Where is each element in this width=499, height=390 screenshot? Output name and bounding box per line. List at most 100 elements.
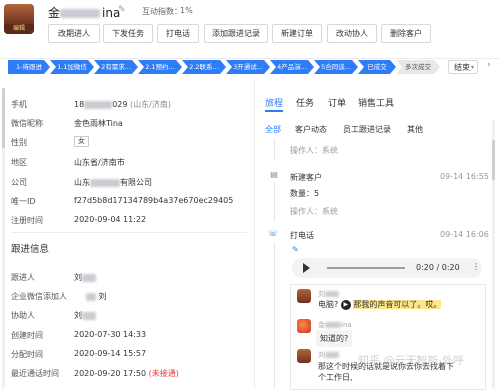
chat-speaker-name-text: 刘 [318,351,325,359]
chat-text-plain: 电脑? [318,300,339,309]
play-icon[interactable] [303,263,310,273]
subtab-staff-followup[interactable]: 员工跟进记录 [343,124,391,135]
field-label: 企业微信添加人 [11,292,67,301]
event-title: 打电话 [290,231,314,240]
field-label: 公司 [11,178,27,187]
call-button[interactable]: 打电话 [157,24,199,43]
masked-text [90,178,120,187]
avatar [297,289,311,303]
timeline-line [274,242,275,388]
stage-item[interactable]: 2.2联系... [182,60,226,74]
edit-icon[interactable]: ✎ [292,245,299,254]
tab-tasks[interactable]: 任务 [296,96,314,109]
gender-tag: 女 [74,136,89,147]
last-call-time: 2020-09-20 17:50 [74,369,147,378]
delete-customer-button[interactable]: 删除客户 [381,24,431,43]
timeline-line [274,182,275,222]
audio-progress-track[interactable] [327,267,405,269]
field-label: 协助人 [11,311,35,320]
event-detail: 数量：5 [290,189,320,198]
section-divider [11,232,247,233]
chat-speaker-name-suffix: ina [341,321,352,329]
event-operator: 操作人：系统 [290,146,338,155]
call-status-badge: (未接通) [148,369,179,378]
field-label: 注册时间 [11,216,43,225]
field-label: 跟进人 [11,273,35,282]
chevron-right-icon[interactable]: › [487,60,491,70]
subtab-all[interactable]: 全部 [265,124,281,135]
field-label: 手机 [11,100,27,109]
register-time-value: 2020-09-04 11:22 [74,215,147,224]
masked-text [84,100,113,109]
stage-item[interactable]: 1.1加微信 [50,60,94,74]
avatar [297,349,311,363]
company-suffix: 有限公司 [120,178,152,187]
company-value: 山东 有限公司 [74,177,152,188]
left-scrollbar-thumb[interactable] [2,88,5,148]
new-order-button[interactable]: 新建订单 [272,24,322,43]
assign-task-button[interactable]: 下发任务 [103,24,153,43]
wechat-nickname: 金色雨林Tina [74,119,123,128]
event-time: 09-14 16:06 [440,230,489,239]
right-scrollbar-thumb[interactable] [492,140,495,180]
chat-speaker-name: 刘 [318,350,339,360]
interaction-value: 1% [180,6,193,15]
region-value: 山东省/济南市 [74,158,125,167]
tab-sales-tools[interactable]: 销售工具 [358,96,394,109]
field-label: 地区 [11,158,27,167]
assign-time-value: 2020-09-14 15:57 [74,349,147,358]
stage-item[interactable]: 1-待跟进 [8,60,50,74]
phone-value: 18 029 (山东/济南) [74,99,171,110]
end-stage-dropdown[interactable]: 结束 ▾ [448,60,478,74]
play-icon[interactable]: ▶ [340,299,351,310]
event-time: 09-14 16:55 [440,172,489,181]
chat-speaker-name: 金 ina [318,320,352,330]
watermark-text: 知乎 @云天智能·外呼 [358,354,464,367]
stage-item[interactable]: 多次成交 [396,60,440,74]
stage-item[interactable]: 2有需求... [94,60,138,74]
stage-item[interactable]: 4产品演... [270,60,314,74]
timeline-line [274,138,275,160]
masked-text [60,9,101,18]
change-assistant-button[interactable]: 改动协人 [327,24,377,43]
interaction-label: 互动指数： [142,7,182,16]
avatar [297,319,311,333]
stage-item[interactable]: 2.1预约... [138,60,182,74]
phone-icon: ☏ [268,229,279,238]
audio-time: 0:20 / 0:20 [416,263,460,272]
assistant-name: 刘 [74,311,82,320]
masked-text [325,322,341,328]
create-time-value: 2020-07-30 14:33 [74,330,147,339]
chat-text-line: 个工作日, [318,373,353,382]
reschedule-button[interactable]: 改期进人 [48,24,100,43]
phone-suffix: 029 [112,100,128,109]
subtab-other[interactable]: 其他 [407,124,423,135]
customer-avatar[interactable]: 编辑 [4,4,34,34]
chat-text-highlight: 那我的声音可以了。哎。 [353,300,442,309]
stage-item[interactable]: 已成交 [358,60,396,74]
phone-location: (山东/济南) [130,100,171,109]
edit-icon[interactable]: ✎ [118,5,128,15]
follower-value: 刘 [74,272,96,283]
field-label: 分配时间 [11,350,43,359]
customer-name: 金 ina [48,4,120,21]
field-label: 最近通话时间 [11,369,59,378]
subtab-customer-activity[interactable]: 客户动态 [295,124,327,135]
last-call-value: 2020-09-20 17:50 (未接通) [74,368,179,379]
more-options-icon[interactable]: ⋮ [472,262,480,271]
unique-id-value: f27d5b8d17134789b4a37e670ec29405 [74,196,234,205]
event-operator: 操作人：系统 [290,207,338,216]
company-prefix: 山东 [74,178,90,187]
tab-journey[interactable]: 旅程 [265,96,283,109]
chat-speaker-name-text: 金 [318,321,325,329]
chat-message: 电脑? ▶ 那我的声音可以了。哎。 [318,299,442,310]
gender-value: 女 [74,136,89,147]
stage-item[interactable]: 5合同谈... [314,60,358,74]
chat-speaker-name-text: 刘 [318,290,325,298]
add-followup-button[interactable]: 添加跟进记录 [204,24,268,43]
stage-item[interactable]: 3开通试... [226,60,270,74]
phone-prefix: 18 [74,100,85,109]
tab-orders[interactable]: 订单 [328,96,346,109]
column-divider [254,80,255,388]
follow-section-title: 跟进信息 [11,244,50,255]
